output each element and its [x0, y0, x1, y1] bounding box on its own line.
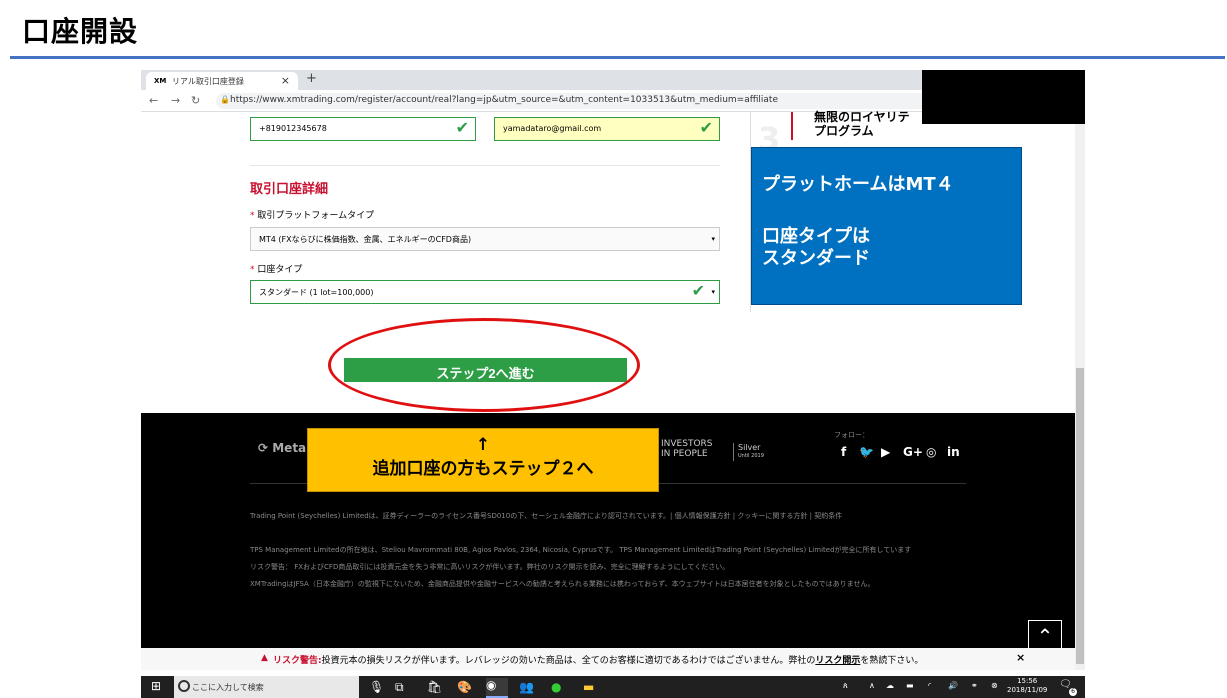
check-icon: ✔ — [699, 118, 713, 137]
task-view-icon[interactable]: ⧉ — [395, 680, 404, 695]
taskbar: ⊞ ここに入力して検索 🎙 ⧉ 🛍 🎨 ◉ 👥 ● ▬ ጰ ∧ ☁ ▬ ◜ 🔊 … — [141, 676, 1085, 698]
scrollbar-thumb[interactable] — [1076, 368, 1084, 664]
risk-warning-bar: ▲ リスク警告:投資元本の損失リスクが伴います。レバレッジの効いた商品は、全ての… — [141, 648, 1085, 670]
phone-field[interactable]: +819012345678 ✔ — [250, 117, 476, 141]
blue-callout: プラットホームはMT４ 口座タイプは スタンダード — [751, 147, 1022, 305]
windows-start-icon[interactable]: ⊞ — [151, 679, 161, 693]
app-icon[interactable]: 👥 — [519, 680, 534, 694]
email-value: yamadataro@gmail.com — [503, 124, 602, 133]
title-rule — [10, 56, 1225, 59]
platform-select[interactable]: MT4 (FXならびに株価指数、金属、エネルギーのCFD商品) ▾ — [250, 227, 720, 251]
legal-line-3: リスク警告： FXおよびCFD商品取引には投資元金を失う非常に高いリスクが伴いま… — [250, 563, 730, 571]
phone-value: +819012345678 — [259, 124, 327, 133]
check-icon: ✔ — [691, 281, 705, 300]
google-plus-icon[interactable]: G+ — [903, 445, 923, 459]
risk-text: リスク警告:投資元本の損失リスクが伴います。レバレッジの効いた商品は、全てのお客… — [273, 656, 924, 666]
volume-icon[interactable]: 🔊 — [948, 681, 958, 690]
up-arrow-icon: ↑ — [475, 435, 491, 455]
sidebar-text: 無限のロイヤリテ プログラム — [814, 110, 910, 138]
wifi-icon[interactable]: ◜ — [928, 681, 931, 690]
redaction-box — [922, 70, 1085, 124]
check-icon: ✔ — [455, 118, 469, 137]
yellow-callout: ↑ 追加口座の方もステップ２へ — [307, 428, 659, 492]
highlight-oval — [328, 318, 640, 412]
account-type-select[interactable]: スタンダード (1 lot=100,000) ✔ ▾ — [250, 280, 720, 304]
browser-tab[interactable]: XM リアル取引口座登録 × — [146, 72, 298, 90]
battery-icon[interactable]: ▬ — [906, 681, 914, 690]
investors-logo: INVESTORS IN PEOPLE — [661, 439, 713, 459]
lock-icon: 🔒 — [220, 95, 230, 104]
close-icon[interactable]: × — [1016, 651, 1025, 664]
forward-arrow-icon[interactable]: → — [171, 94, 180, 107]
legal-line-4: XMTradingはJFSA（日本金融庁）の監視下にないため、金融商品提供や金融… — [250, 580, 875, 588]
taskbar-search[interactable]: ここに入力して検索 — [174, 676, 359, 698]
linkedin-icon[interactable]: in — [947, 445, 960, 459]
cortana-icon — [178, 680, 190, 692]
facebook-icon[interactable]: f — [841, 445, 846, 459]
legal-line-1: Trading Point (Seychelles) Limitedは、証券ディ… — [250, 512, 843, 520]
store-icon[interactable]: 🛍 — [427, 680, 442, 694]
legal-line-2: TPS Management Limitedの所在地は、Steliou Mavr… — [250, 546, 912, 554]
reload-icon[interactable]: ↻ — [191, 94, 200, 107]
people-icon[interactable]: ጰ — [843, 681, 848, 691]
clock[interactable]: 15:56 2018/11/09 — [1007, 677, 1047, 695]
follow-label: フォロー： — [834, 431, 869, 439]
cloud-icon[interactable]: ☁ — [886, 681, 894, 690]
back-arrow-icon[interactable]: ← — [149, 94, 158, 107]
chevron-down-icon: ▾ — [711, 235, 715, 243]
url-text: https://www.xmtrading.com/register/accou… — [230, 95, 778, 105]
warning-icon: ▲ — [261, 653, 268, 663]
line-icon[interactable]: ● — [551, 680, 561, 694]
divider — [250, 165, 720, 166]
app-icon[interactable]: 🎨 — [457, 680, 472, 694]
account-type-value: スタンダード (1 lot=100,000) — [259, 288, 374, 297]
network-icon[interactable]: ⊗ — [991, 681, 998, 690]
platform-label: * 取引プラットフォームタイプ — [250, 211, 375, 221]
sidebar-accent — [791, 112, 793, 140]
platform-value: MT4 (FXならびに株価指数、金属、エネルギーのCFD商品) — [259, 235, 472, 244]
email-field[interactable]: yamadataro@gmail.com ✔ — [494, 117, 720, 141]
new-tab-icon[interactable]: + — [306, 71, 317, 86]
youtube-icon[interactable]: ▶ — [881, 445, 890, 459]
microphone-icon[interactable]: 🎙 — [369, 680, 384, 694]
tray-up-icon[interactable]: ∧ — [869, 681, 875, 690]
metaquotes-logo: ⟳ Meta — [258, 441, 307, 455]
link-icon[interactable]: ⚭ — [971, 681, 978, 690]
scroll-to-top-button[interactable]: ⌃ — [1028, 620, 1062, 650]
investors-silver: Silver Until 2019 — [733, 443, 764, 461]
chrome-icon[interactable]: ◉ — [486, 678, 508, 698]
twitter-icon[interactable]: 🐦 — [859, 445, 874, 459]
chevron-down-icon: ▾ — [711, 288, 715, 296]
slide-title: 口座開設 — [22, 15, 139, 48]
section-title: 取引口座詳細 — [250, 182, 329, 197]
tab-title: リアル取引口座登録 — [172, 77, 244, 86]
tab-close-icon[interactable]: × — [281, 74, 290, 87]
xm-favicon-icon: XM — [154, 77, 167, 85]
folder-icon[interactable]: ▬ — [583, 680, 594, 694]
instagram-icon[interactable]: ◎ — [926, 445, 936, 459]
notification-count: 6 — [1069, 688, 1077, 696]
risk-disclosure-link[interactable]: リスク開示 — [815, 656, 860, 666]
account-type-label: * 口座タイプ — [250, 265, 303, 275]
